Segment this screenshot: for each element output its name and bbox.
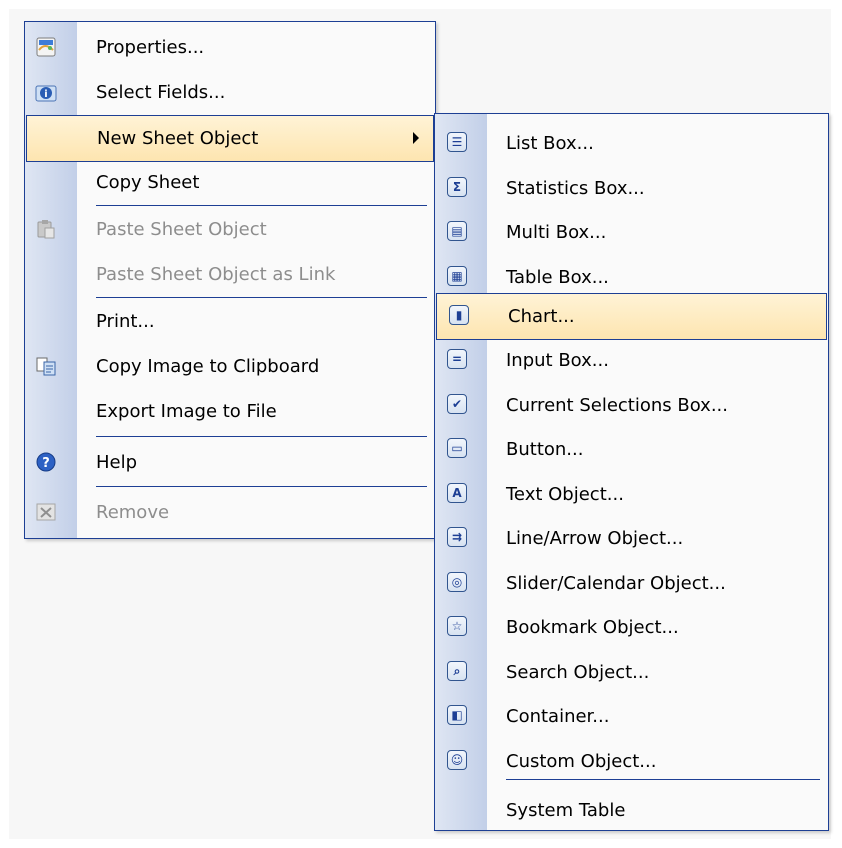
statistics-box-icon: Σ [447, 177, 467, 197]
menu-item-properties[interactable]: Properties... [25, 25, 435, 70]
submenu-item-label: Container... [506, 706, 610, 727]
menu-separator [506, 779, 820, 780]
submenu-item-search-object[interactable]: ⌕ Search Object... [435, 650, 828, 695]
submenu-item-container[interactable]: ◧ Container... [435, 694, 828, 739]
list-box-icon: ☰ [447, 132, 467, 152]
menu-item-label: Copy Image to Clipboard [96, 356, 320, 377]
menu-item-export-image-to-file[interactable]: Export Image to File [25, 389, 435, 434]
search-icon: ⌕ [447, 661, 467, 681]
submenu-item-button[interactable]: ▭ Button... [435, 427, 828, 472]
menu-item-label: Properties... [96, 37, 205, 58]
submenu-item-slider-calendar-object[interactable]: ◎ Slider/Calendar Object... [435, 561, 828, 606]
line-arrow-icon: ⇉ [447, 527, 467, 547]
menu-item-label: Remove [96, 502, 170, 523]
submenu-item-chart[interactable]: ▮ Chart... [436, 293, 827, 340]
menu-item-label: Help [96, 452, 138, 473]
input-box-icon: = [447, 349, 467, 369]
menu-item-select-fields[interactable]: i Select Fields... [25, 70, 435, 115]
submenu-item-bookmark-object[interactable]: ☆ Bookmark Object... [435, 605, 828, 650]
paste-icon [35, 218, 57, 240]
submenu-item-list-box[interactable]: ☰ List Box... [435, 121, 828, 166]
menu-item-label: Paste Sheet Object as Link [96, 264, 336, 285]
menu-item-paste-sheet-object-as-link[interactable]: Paste Sheet Object as Link [25, 252, 435, 297]
bookmark-icon: ☆ [447, 616, 467, 636]
menu-separator [96, 205, 427, 206]
current-selections-icon: ✔ [447, 394, 467, 414]
menu-item-label: Export Image to File [96, 401, 277, 422]
chart-icon: ▮ [449, 305, 469, 325]
menu-separator [96, 297, 427, 298]
menu-item-label: Paste Sheet Object [96, 219, 267, 240]
button-icon: ▭ [447, 438, 467, 458]
menu-item-label: New Sheet Object [97, 128, 259, 149]
submenu-item-statistics-box[interactable]: Σ Statistics Box... [435, 166, 828, 211]
submenu-item-label: Custom Object... [506, 751, 657, 772]
menu-item-help[interactable]: ? Help [25, 440, 435, 485]
submenu-item-label: System Table [506, 800, 626, 821]
custom-object-icon: ☺ [447, 750, 467, 770]
menu-item-new-sheet-object[interactable]: New Sheet Object [26, 115, 434, 162]
submenu-arrow-icon [413, 132, 419, 144]
submenu-item-label: Slider/Calendar Object... [506, 573, 726, 594]
menu-item-label: Select Fields... [96, 82, 226, 103]
submenu-item-multi-box[interactable]: ▤ Multi Box... [435, 210, 828, 255]
properties-icon [35, 36, 57, 58]
context-menu: Properties... i Select Fields... New She… [24, 21, 436, 539]
menu-item-copy-sheet[interactable]: Copy Sheet [25, 160, 435, 205]
submenu-item-label: Current Selections Box... [506, 395, 729, 416]
submenu-item-label: Multi Box... [506, 222, 607, 243]
remove-icon [35, 501, 57, 523]
menu-item-label: Copy Sheet [96, 172, 200, 193]
menu-item-paste-sheet-object[interactable]: Paste Sheet Object [25, 207, 435, 252]
table-box-icon: ▦ [447, 266, 467, 286]
slider-calendar-icon: ◎ [447, 572, 467, 592]
submenu-item-line-arrow-object[interactable]: ⇉ Line/Arrow Object... [435, 516, 828, 561]
submenu-item-label: Chart... [508, 306, 575, 327]
menu-item-label: Print... [96, 311, 155, 332]
submenu-item-text-object[interactable]: A Text Object... [435, 472, 828, 517]
menu-item-print[interactable]: Print... [25, 299, 435, 344]
submenu-item-label: Search Object... [506, 662, 650, 683]
submenu-item-label: Table Box... [506, 267, 609, 288]
submenu-item-custom-object[interactable]: ☺ Custom Object... [435, 739, 828, 784]
menu-item-remove[interactable]: Remove [25, 490, 435, 535]
select-fields-icon: i [35, 81, 57, 103]
submenu-item-input-box[interactable]: = Input Box... [435, 338, 828, 383]
submenu-item-label: List Box... [506, 133, 594, 154]
multi-box-icon: ▤ [447, 221, 467, 241]
copy-image-icon [35, 355, 57, 377]
svg-text:?: ? [42, 456, 50, 471]
new-sheet-object-submenu: ☰ List Box... Σ Statistics Box... ▤ Multi Box… [434, 113, 829, 831]
submenu-item-label: Bookmark Object... [506, 617, 679, 638]
help-icon: ? [35, 451, 57, 473]
submenu-item-label: Line/Arrow Object... [506, 528, 684, 549]
container-icon: ◧ [447, 705, 467, 725]
submenu-item-current-selections-box[interactable]: ✔ Current Selections Box... [435, 383, 828, 428]
menu-separator [96, 436, 427, 437]
submenu-item-system-table[interactable]: System Table [435, 788, 828, 833]
menu-separator [96, 486, 427, 487]
submenu-item-label: Button... [506, 439, 584, 460]
text-object-icon: A [447, 483, 467, 503]
submenu-item-label: Statistics Box... [506, 178, 645, 199]
svg-text:i: i [44, 89, 47, 100]
submenu-item-label: Text Object... [506, 484, 624, 505]
menu-item-copy-image-to-clipboard[interactable]: Copy Image to Clipboard [25, 344, 435, 389]
submenu-item-label: Input Box... [506, 350, 609, 371]
